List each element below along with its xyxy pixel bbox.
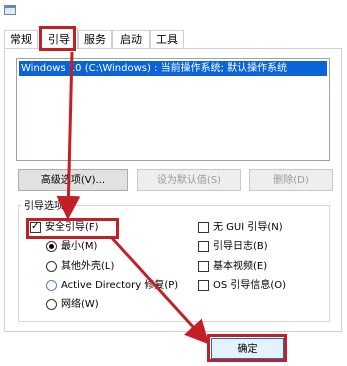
system-configuration-window: 常规 引导 服务 启动 工具 Windows 10 (C:\Windows) :… (0, 0, 347, 366)
annotation-arrows (56, 51, 210, 345)
arrow-to-safe-boot (56, 51, 81, 220)
arrow-to-ok-button (110, 236, 210, 345)
